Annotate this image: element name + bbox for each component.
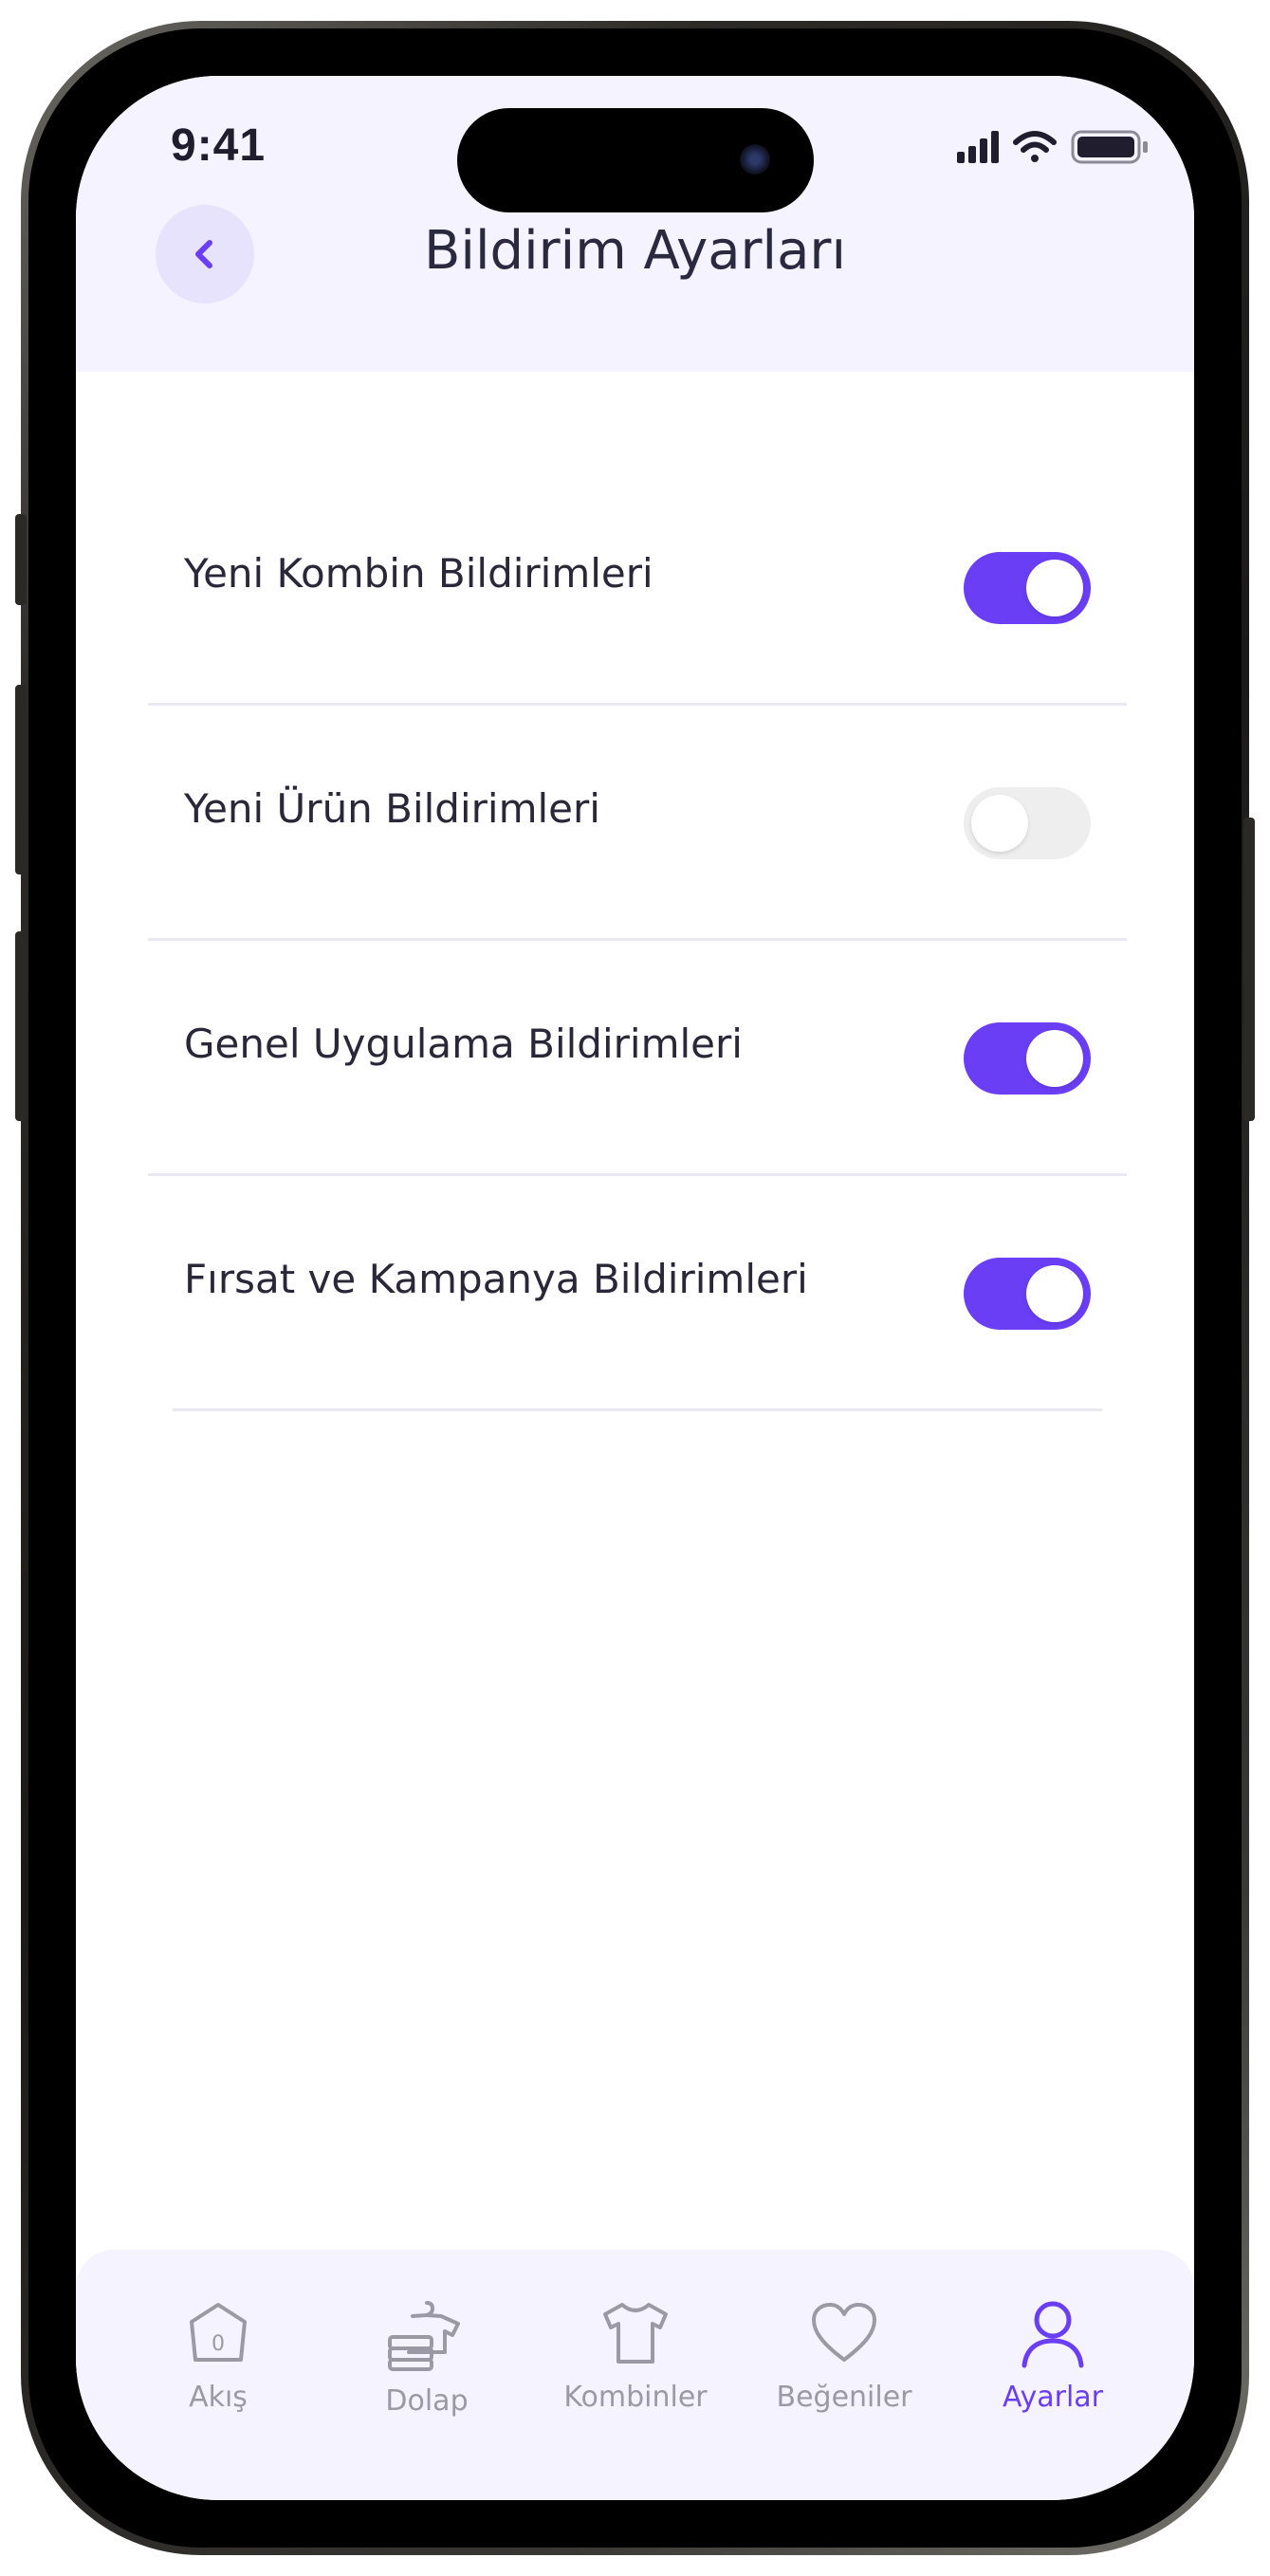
user-icon — [1022, 2301, 1084, 2368]
tab-settings[interactable]: Ayarlar — [967, 2297, 1138, 2414]
volume-down-button — [15, 931, 27, 1121]
wifi-icon — [1013, 131, 1057, 162]
toggle-knob — [971, 795, 1028, 852]
divider — [173, 1408, 1102, 1411]
setting-label: Genel Uygulama Bildirimleri — [184, 1021, 743, 1067]
power-button — [1243, 818, 1255, 1121]
camera-icon — [740, 144, 770, 175]
page-title: Bildirim Ayarları — [423, 220, 847, 282]
signal-icon — [957, 131, 999, 163]
tab-wardrobe[interactable]: Dolap — [341, 2297, 512, 2418]
tab-label: Akış — [189, 2381, 248, 2414]
status-icons — [957, 127, 1156, 165]
new-product-toggle[interactable] — [964, 787, 1091, 859]
home-icon: 0 — [190, 2303, 247, 2362]
toggle-knob — [1026, 560, 1083, 616]
tab-outfits[interactable]: Kombinler — [550, 2297, 721, 2414]
wardrobe-icon — [388, 2301, 460, 2371]
tab-feed[interactable]: 0 Akış — [133, 2297, 304, 2414]
setting-label: Yeni Ürün Bildirimleri — [184, 785, 600, 832]
app-screen: 9:41 Bildirim Ayarları Yeni Kombin Bildi… — [76, 76, 1194, 2500]
action-button — [15, 514, 27, 605]
status-time: 9:41 — [171, 120, 267, 171]
setting-row-deals-campaigns: Fırsat ve Kampanya Bildirimleri — [148, 1176, 1127, 1411]
home-badge: 0 — [212, 2332, 225, 2356]
toggle-knob — [1026, 1265, 1083, 1322]
tab-likes[interactable]: Beğeniler — [759, 2297, 929, 2414]
tab-bar: 0 Akış Dolap Kombinler Beğeniler Ayarlar — [76, 2250, 1194, 2500]
tab-label: Kombinler — [563, 2381, 708, 2414]
volume-up-button — [15, 685, 27, 874]
setting-label: Fırsat ve Kampanya Bildirimleri — [184, 1256, 808, 1302]
dynamic-island — [457, 108, 814, 212]
setting-row-new-product: Yeni Ürün Bildirimleri — [148, 706, 1127, 941]
heart-icon — [812, 2303, 876, 2362]
setting-row-new-outfit: Yeni Kombin Bildirimleri — [148, 470, 1127, 706]
new-outfit-toggle[interactable] — [964, 552, 1091, 624]
header: 9:41 Bildirim Ayarları — [76, 76, 1194, 372]
deals-campaigns-toggle[interactable] — [964, 1258, 1091, 1330]
battery-icon — [1071, 130, 1148, 164]
general-app-toggle[interactable] — [964, 1022, 1091, 1095]
status-icons-svg — [957, 130, 1148, 164]
tab-label: Dolap — [385, 2384, 469, 2418]
tshirt-icon — [603, 2303, 668, 2364]
setting-row-general-app: Genel Uygulama Bildirimleri — [148, 941, 1127, 1176]
tab-label: Beğeniler — [776, 2381, 912, 2414]
tab-label: Ayarlar — [1002, 2381, 1103, 2414]
toggle-knob — [1026, 1030, 1083, 1087]
setting-label: Yeni Kombin Bildirimleri — [184, 550, 653, 597]
